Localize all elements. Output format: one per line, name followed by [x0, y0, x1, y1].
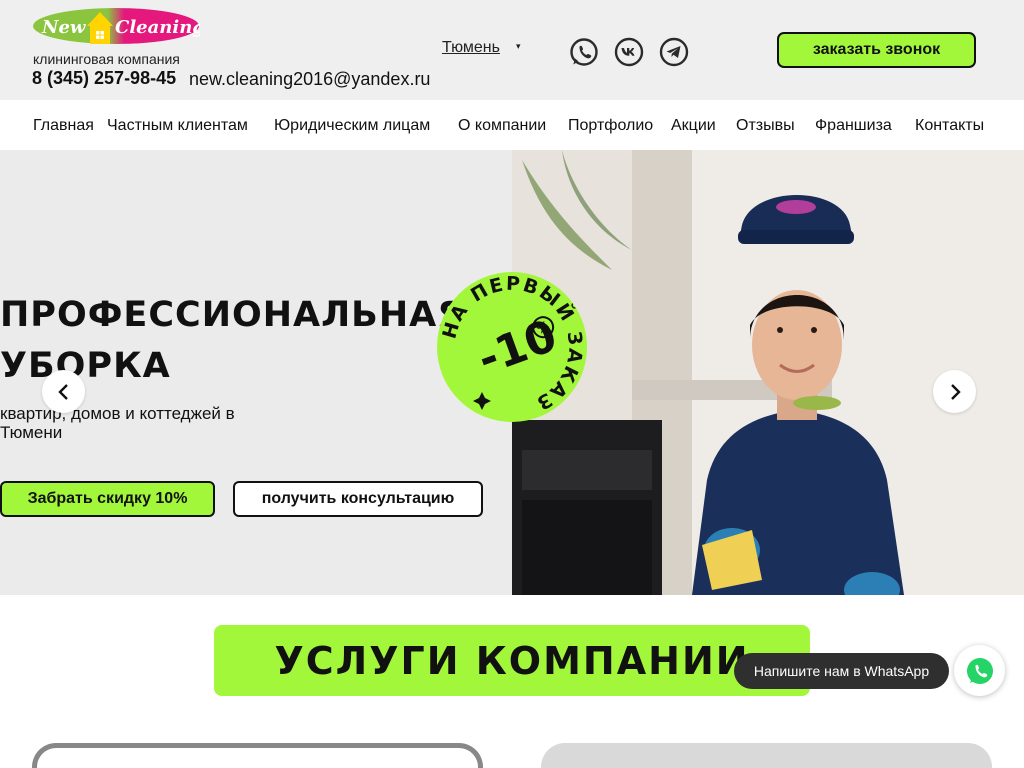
main-nav: Главная Частным клиентам Юридическим лиц…: [0, 100, 1024, 150]
svg-text:New: New: [41, 17, 87, 38]
whatsapp-chat-button[interactable]: [954, 645, 1005, 696]
get-discount-button[interactable]: Забрать скидку 10%: [0, 481, 215, 517]
hero-title-line1: ПРОФЕССИОНАЛЬНАЯ: [0, 295, 466, 335]
site-header: New Cleaning клининговая компания 8 (345…: [0, 0, 1024, 100]
vk-icon[interactable]: [614, 37, 644, 67]
chevron-left-icon: [57, 383, 68, 400]
nav-item-portfolio[interactable]: Портфолио: [568, 117, 653, 135]
whatsapp-icon: [966, 657, 993, 684]
city-selector[interactable]: Тюмень: [442, 39, 500, 57]
telegram-icon[interactable]: [659, 37, 689, 67]
callback-button[interactable]: заказать звонок: [777, 32, 976, 68]
nav-item-promotions[interactable]: Акции: [671, 117, 716, 135]
service-card[interactable]: [32, 743, 483, 768]
get-consultation-button[interactable]: получить консультацию: [233, 481, 483, 517]
nav-item-franchise[interactable]: Франшиза: [815, 117, 892, 135]
company-logo[interactable]: New Cleaning: [32, 6, 200, 46]
email-link[interactable]: new.cleaning2016@yandex.ru: [189, 69, 430, 90]
phone-link[interactable]: 8 (345) 257-98-45: [32, 68, 176, 89]
nav-item-reviews[interactable]: Отзывы: [736, 117, 795, 135]
nav-item-about[interactable]: О компании: [458, 117, 546, 135]
whatsapp-icon[interactable]: [569, 37, 599, 67]
hero-subtitle: квартир, домов и коттеджей в Тюмени: [0, 404, 235, 442]
nav-item-contacts[interactable]: Контакты: [915, 117, 984, 135]
first-order-discount-badge: НА ПЕРВЫЙ ЗАКАЗ -10 %: [437, 272, 587, 422]
nav-item-legal-entities[interactable]: Юридическим лицам: [274, 117, 430, 135]
nav-item-private-clients[interactable]: Частным клиентам: [107, 117, 248, 135]
slider-prev-button[interactable]: [42, 370, 85, 413]
service-card[interactable]: [541, 743, 992, 768]
whatsapp-tooltip[interactable]: Напишите нам в WhatsApp: [734, 653, 949, 689]
nav-item-home[interactable]: Главная: [33, 117, 94, 135]
slider-next-button[interactable]: [933, 370, 976, 413]
caret-down-icon: ▾: [516, 41, 521, 51]
svg-text:Cleaning: Cleaning: [115, 17, 200, 38]
hero-slider: ПРОФЕССИОНАЛЬНАЯ УБОРКА квартир, домов и…: [0, 150, 1024, 595]
company-tagline: клининговая компания: [33, 51, 180, 67]
services-title: УСЛУГИ КОМПАНИИ: [214, 625, 810, 696]
chevron-right-icon: [950, 383, 961, 400]
